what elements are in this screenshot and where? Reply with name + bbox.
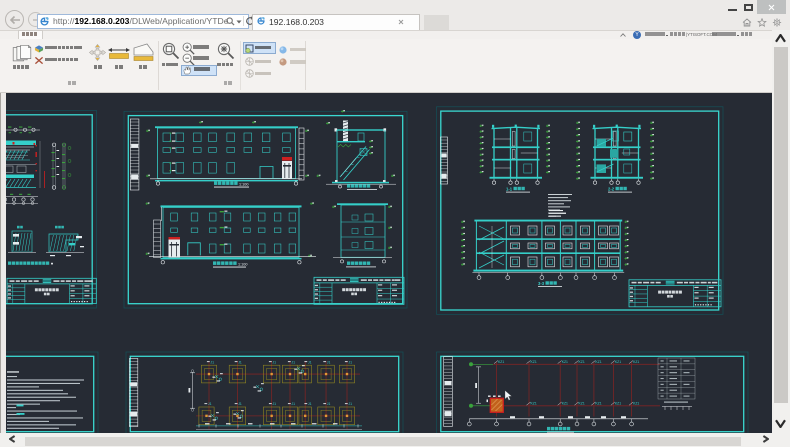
svg-text:J1: J1 (272, 402, 276, 406)
svg-text:1:100: 1:100 (239, 182, 249, 186)
svg-text:KZ1: KZ1 (615, 360, 621, 364)
svg-text:KZ1: KZ1 (633, 360, 639, 364)
svg-text:J1: J1 (208, 402, 212, 406)
svg-text:J1: J1 (272, 360, 276, 364)
svg-text:J1: J1 (291, 360, 295, 364)
svg-text:KZ1: KZ1 (579, 401, 585, 405)
svg-text:KZ1: KZ1 (579, 360, 585, 364)
svg-text:J1: J1 (210, 360, 214, 364)
svg-text:KZ1: KZ1 (531, 401, 537, 405)
svg-text:1:100: 1:100 (238, 262, 248, 266)
svg-text:KZ1: KZ1 (633, 401, 639, 405)
svg-text:J1: J1 (348, 402, 352, 406)
svg-text:J1: J1 (348, 360, 352, 364)
svg-text:KZ1: KZ1 (595, 401, 601, 405)
svg-text:1-1: 1-1 (506, 187, 513, 192)
svg-text:KZ1: KZ1 (562, 360, 568, 364)
svg-text:J1: J1 (308, 402, 312, 406)
svg-text:J1: J1 (238, 402, 242, 406)
svg-text:KZ1: KZ1 (615, 401, 621, 405)
svg-text:KZ1: KZ1 (531, 360, 537, 364)
svg-text:J1: J1 (327, 360, 331, 364)
svg-text:J1: J1 (327, 402, 331, 406)
svg-text:KZ1: KZ1 (562, 401, 568, 405)
svg-text:KZ1: KZ1 (498, 360, 504, 364)
svg-text:J1: J1 (238, 360, 242, 364)
svg-text:J1: J1 (308, 360, 312, 364)
svg-text:KZ1: KZ1 (595, 360, 601, 364)
svg-text:2-2: 2-2 (608, 187, 615, 192)
svg-text:J1: J1 (291, 402, 295, 406)
svg-text:3-3: 3-3 (538, 281, 545, 286)
